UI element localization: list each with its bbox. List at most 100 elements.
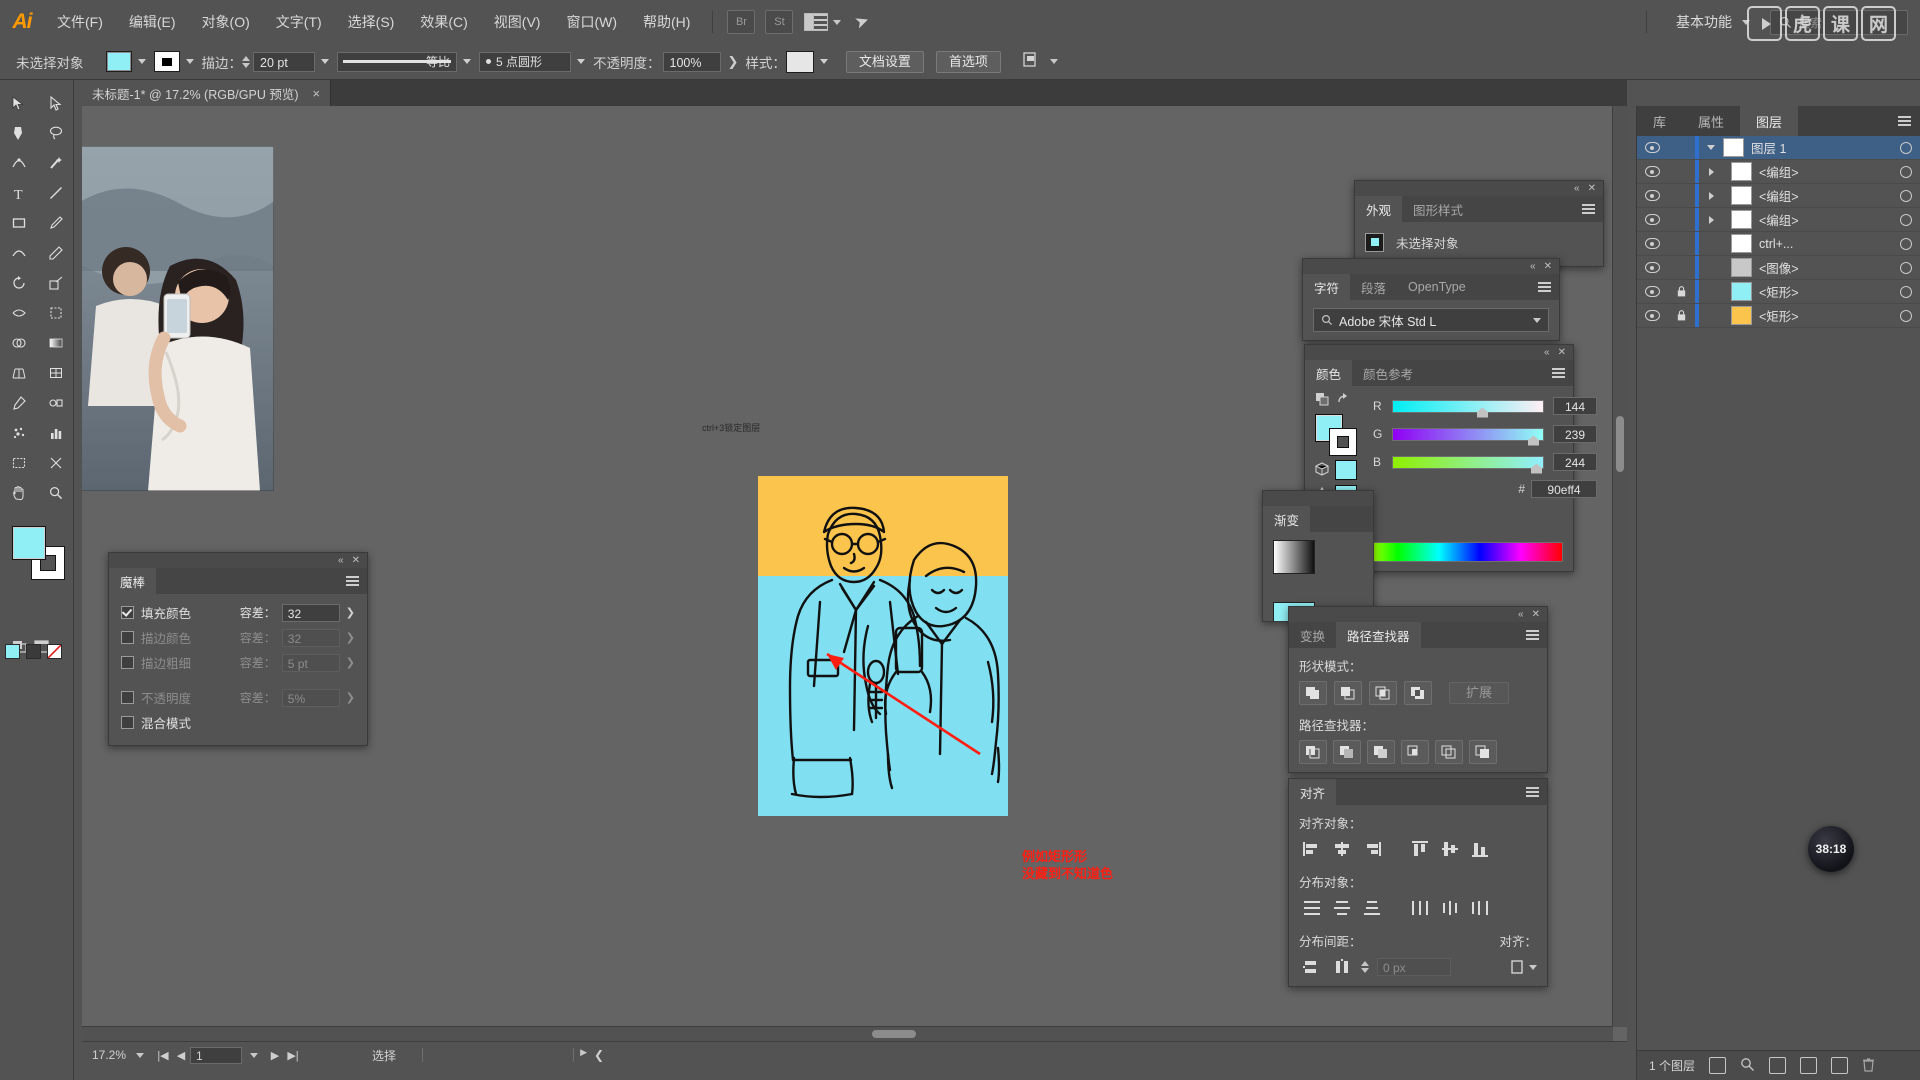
tool-symbol-sprayer[interactable]: [0, 418, 37, 448]
gradient-button[interactable]: [26, 644, 41, 659]
preferences-button[interactable]: 首选项: [935, 50, 1001, 73]
tool-artboard[interactable]: [0, 448, 37, 478]
canvas-horizontal-scrollbar[interactable]: [82, 1026, 1613, 1041]
disclosure-triangle-icon[interactable]: [1699, 167, 1723, 176]
tool-shaper[interactable]: [0, 238, 37, 268]
stock-icon[interactable]: St: [765, 10, 794, 34]
discover-rocket-icon[interactable]: ➤: [852, 10, 872, 34]
menu-type[interactable]: 文字(T): [263, 0, 335, 44]
magic-wand-option-label[interactable]: 混合模式: [121, 713, 191, 732]
collapse-icon[interactable]: «: [1574, 183, 1580, 194]
channel-value-r[interactable]: 144: [1553, 397, 1597, 415]
chevron-down-icon[interactable]: [577, 59, 585, 64]
tab-magic-wand[interactable]: 魔棒: [109, 568, 157, 594]
tool-shape-builder[interactable]: [0, 328, 37, 358]
layer-row[interactable]: 图层 1: [1637, 136, 1920, 160]
checkbox[interactable]: [121, 631, 134, 644]
chevron-down-icon[interactable]: [137, 59, 146, 64]
target-indicator-icon[interactable]: [1891, 165, 1920, 178]
create-sublayer-icon[interactable]: [1800, 1057, 1818, 1074]
close-icon[interactable]: ✕: [1588, 183, 1596, 194]
character-panel[interactable]: «✕ 字符 段落 OpenType Adobe 宋体 Std L: [1302, 258, 1560, 341]
align-panel[interactable]: 对齐 对齐对象： 分布对象： 分布间距： 对齐： 0 px: [1288, 778, 1548, 987]
tool-pen[interactable]: [0, 118, 37, 148]
layer-name-label[interactable]: <编组>: [1759, 186, 1891, 205]
gradient-panel-titlebar[interactable]: [1263, 491, 1373, 506]
pathfinder-panel-titlebar[interactable]: «✕: [1289, 607, 1547, 622]
menu-window[interactable]: 窗口(W): [553, 0, 630, 44]
menu-file[interactable]: 文件(F): [44, 0, 116, 44]
tool-paintbrush[interactable]: [37, 208, 74, 238]
tool-rectangle[interactable]: [0, 208, 37, 238]
gradient-preview-swatch[interactable]: [1273, 540, 1315, 574]
tool-width[interactable]: [0, 298, 37, 328]
align-top-icon[interactable]: [1407, 838, 1433, 860]
artboard-number-input[interactable]: 1: [190, 1046, 242, 1064]
canvas-vertical-scrollbar[interactable]: [1612, 106, 1627, 1027]
chevron-down-icon[interactable]: [250, 1052, 258, 1058]
magic-wand-option-label[interactable]: 填充颜色: [121, 603, 191, 622]
tab-opentype[interactable]: OpenType: [1397, 274, 1477, 300]
reference-photo-image[interactable]: [82, 146, 274, 491]
visibility-toggle-icon[interactable]: [1637, 238, 1667, 249]
align-bottom-icon[interactable]: [1467, 838, 1493, 860]
layer-name-label[interactable]: <矩形>: [1759, 282, 1891, 301]
layer-row[interactable]: <编组>: [1637, 160, 1920, 184]
chevron-down-icon[interactable]: [136, 1052, 144, 1058]
tab-layers[interactable]: 图层: [1740, 106, 1799, 136]
tab-transform[interactable]: 变换: [1289, 622, 1336, 648]
hex-value-input[interactable]: 90eff4: [1531, 480, 1597, 498]
close-icon[interactable]: ✕: [1532, 609, 1540, 620]
close-icon[interactable]: ✕: [1558, 347, 1566, 358]
tool-zoom[interactable]: [37, 478, 74, 508]
opacity-flyout-icon[interactable]: ❯: [728, 54, 739, 70]
collapse-icon[interactable]: «: [1530, 261, 1536, 272]
target-indicator-icon[interactable]: [1891, 237, 1920, 250]
graphic-style-swatch[interactable]: [785, 50, 814, 73]
collapse-icon[interactable]: «: [338, 555, 344, 566]
locate-object-icon[interactable]: [1709, 1057, 1727, 1074]
swap-fill-stroke-icon[interactable]: [1315, 392, 1329, 409]
visibility-toggle-icon[interactable]: [1637, 142, 1667, 153]
magic-wand-option-label[interactable]: 描边粗细: [121, 653, 191, 672]
tool-free-transform[interactable]: [37, 298, 74, 328]
menu-view[interactable]: 视图(V): [481, 0, 554, 44]
inside-gamut-swatch[interactable]: [1335, 460, 1357, 480]
tool-perspective-grid[interactable]: [0, 358, 37, 388]
spacing-stepper[interactable]: [1361, 961, 1369, 973]
align-right-icon[interactable]: [1359, 838, 1385, 860]
pathfinder-panel-menu-button[interactable]: [1526, 622, 1547, 648]
tab-appearance[interactable]: 外观: [1355, 196, 1403, 222]
close-icon[interactable]: ✕: [1544, 261, 1552, 272]
color-panel-titlebar[interactable]: «✕: [1305, 345, 1573, 360]
layer-row[interactable]: <编组>: [1637, 184, 1920, 208]
tolerance-flyout-icon[interactable]: ❯: [346, 656, 355, 669]
toolbar-fill-swatch[interactable]: [12, 526, 46, 560]
menu-effect[interactable]: 效果(C): [407, 0, 480, 44]
lock-toggle-icon[interactable]: [1667, 310, 1695, 321]
slider-g[interactable]: [1392, 427, 1544, 446]
none-button[interactable]: [47, 644, 62, 659]
vertical-distribute-space-icon[interactable]: [1299, 956, 1325, 978]
layer-row[interactable]: ctrl+...: [1637, 232, 1920, 256]
expand-button[interactable]: 扩展: [1449, 682, 1510, 704]
stroke-weight-stepper[interactable]: [242, 55, 250, 68]
visibility-toggle-icon[interactable]: [1637, 310, 1667, 321]
status-mode-label[interactable]: 选择: [372, 1047, 396, 1064]
previous-artboard-icon[interactable]: ◀: [172, 1049, 190, 1062]
checkbox[interactable]: [121, 691, 134, 704]
stroke-weight-input[interactable]: 20 pt: [253, 51, 315, 72]
tool-line-segment[interactable]: [37, 178, 74, 208]
chevron-down-icon[interactable]: [1049, 59, 1058, 64]
close-icon[interactable]: ✕: [352, 555, 360, 566]
line-art-illustration[interactable]: [758, 476, 1028, 846]
outline-icon[interactable]: [1435, 740, 1463, 764]
checkbox[interactable]: [121, 656, 134, 669]
layer-row[interactable]: <矩形>: [1637, 304, 1920, 328]
next-artboard-icon[interactable]: ▶: [266, 1049, 284, 1062]
unite-icon[interactable]: [1299, 681, 1327, 705]
tolerance-input[interactable]: 32: [281, 603, 340, 622]
minus-back-icon[interactable]: [1469, 740, 1497, 764]
tool-blend[interactable]: [37, 388, 74, 418]
font-family-select[interactable]: Adobe 宋体 Std L: [1313, 308, 1549, 332]
